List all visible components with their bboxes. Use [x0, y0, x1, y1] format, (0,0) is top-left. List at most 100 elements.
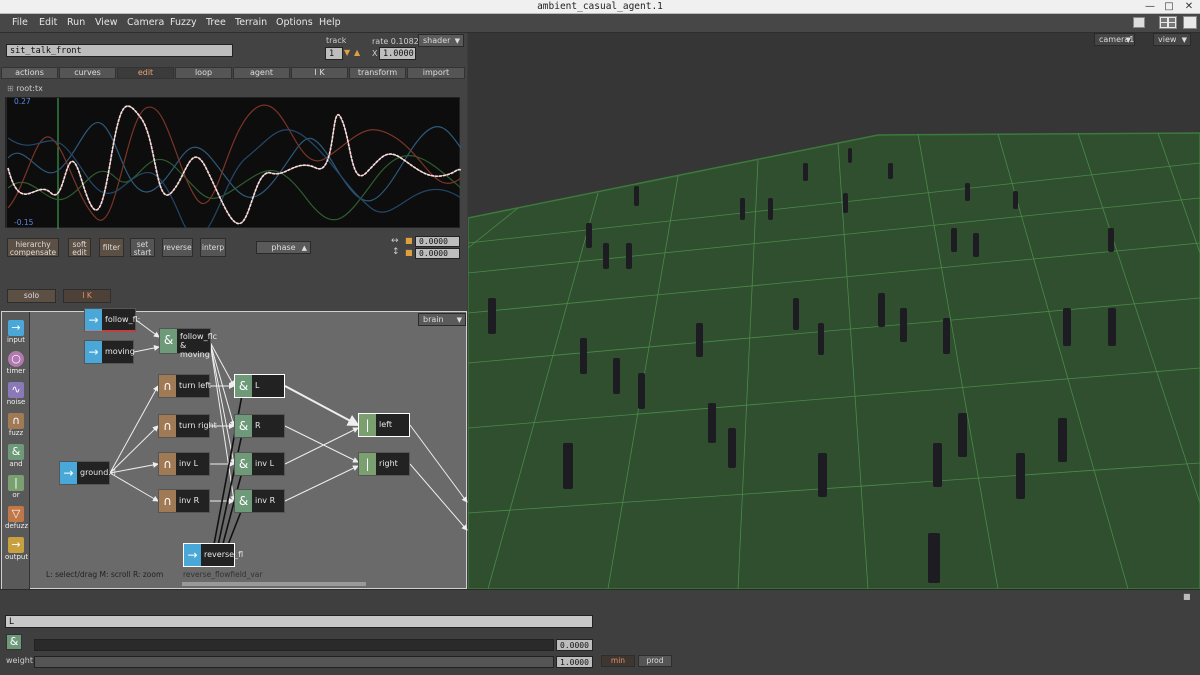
- bell-curve-icon: ∩: [159, 490, 176, 512]
- close-icon[interactable]: ✕: [1183, 1, 1195, 12]
- set-start-button[interactable]: set start: [130, 238, 155, 257]
- arrow-icon: →: [60, 462, 77, 484]
- or-icon: |: [359, 414, 376, 436]
- track-field[interactable]: 1: [325, 47, 343, 60]
- horizontal-offset-icon: ↔: [391, 236, 399, 246]
- menu-view[interactable]: View: [95, 17, 118, 28]
- phase-dropdown[interactable]: phase ▲: [256, 241, 311, 254]
- weight-field[interactable]: 1.0000: [556, 656, 593, 668]
- node-label: L: [255, 381, 260, 390]
- filter-button[interactable]: filter: [99, 238, 124, 257]
- expand-icon[interactable]: ⊞: [7, 84, 14, 93]
- node-inv-l-fuzz[interactable]: ∩ inv L: [158, 452, 210, 476]
- hierarchy-compensate-button[interactable]: hierarchy compensate: [7, 238, 59, 257]
- ik-button[interactable]: I K: [63, 289, 111, 303]
- node-label: ground.fl: [80, 468, 116, 477]
- menu-run[interactable]: Run: [67, 17, 85, 28]
- node-follow-and-moving[interactable]: & follow_flc & moving: [159, 328, 217, 359]
- vertical-offset-icon: ↕: [392, 247, 400, 257]
- tab-ik[interactable]: I K: [291, 67, 348, 79]
- node-and-r[interactable]: & R: [234, 414, 285, 438]
- lock-icon[interactable]: ■: [405, 236, 413, 245]
- menu-bar: File Edit Run View Camera Fuzzy Tree Ter…: [0, 14, 1200, 33]
- node-or-left[interactable]: | left: [358, 413, 410, 437]
- menu-options[interactable]: Options: [276, 17, 313, 28]
- node-follow-input[interactable]: → follow_fl:: [84, 308, 140, 332]
- solo-button[interactable]: solo: [7, 289, 56, 303]
- maximize-icon[interactable]: □: [1163, 1, 1175, 12]
- node-label: R: [255, 421, 261, 430]
- node-reverse-input[interactable]: → reverse_fl: [183, 543, 243, 567]
- reverse-button[interactable]: reverse: [162, 238, 193, 257]
- node-and-l[interactable]: & L: [234, 374, 285, 398]
- quad-view-icon[interactable]: [1159, 16, 1177, 29]
- node-label: reverse_fl: [204, 550, 244, 559]
- tab-curves[interactable]: curves: [59, 67, 116, 79]
- node-label: inv L: [255, 459, 275, 468]
- bell-curve-icon: ∩: [159, 375, 176, 397]
- value-field[interactable]: 0.0000: [556, 639, 593, 651]
- node-inv-r-fuzz[interactable]: ∩ inv R: [158, 489, 210, 513]
- minimize-icon[interactable]: —: [1144, 1, 1156, 12]
- x-label: X: [372, 49, 378, 58]
- menu-help[interactable]: Help: [319, 17, 341, 28]
- and-icon: &: [235, 453, 252, 475]
- min-button[interactable]: min: [601, 655, 635, 667]
- rate-value: 0.1082: [390, 37, 419, 46]
- tab-actions[interactable]: actions: [1, 67, 58, 79]
- node-ground-input[interactable]: → ground.fl: [59, 461, 116, 485]
- node-turn-right[interactable]: ∩ turn right: [158, 414, 217, 438]
- curve-editor[interactable]: 0.27 -0.15: [5, 97, 462, 238]
- node-label: moving: [105, 347, 135, 356]
- title-bar: ambient_casual_agent.1 — □ ✕: [0, 0, 1200, 14]
- node-label: inv L: [179, 459, 199, 468]
- node-and-inv-l[interactable]: & inv L: [234, 452, 285, 476]
- curve-plot[interactable]: [5, 98, 462, 238]
- menu-edit[interactable]: Edit: [39, 17, 57, 28]
- arrow-icon: →: [85, 341, 102, 363]
- track-up-icon[interactable]: ▲: [354, 48, 363, 58]
- horizontal-offset-field[interactable]: 0.0000: [415, 236, 460, 247]
- tab-agent[interactable]: agent: [233, 67, 290, 79]
- menu-camera[interactable]: Camera: [127, 17, 164, 28]
- node-moving-input[interactable]: → moving: [84, 340, 135, 364]
- graph-scrollbar[interactable]: [182, 582, 366, 586]
- action-name-field[interactable]: sit_talk_front: [6, 44, 233, 57]
- single-view-icon[interactable]: [1133, 17, 1145, 28]
- tab-loop[interactable]: loop: [175, 67, 232, 79]
- lock-icon[interactable]: ■: [405, 248, 413, 257]
- soft-edit-button[interactable]: soft edit: [68, 238, 91, 257]
- node-turn-left[interactable]: ∩ turn left: [158, 374, 211, 398]
- graph-status-hint: L: select/drag M: scroll R: zoom: [46, 570, 164, 579]
- shader-dropdown[interactable]: shader ▼: [418, 34, 464, 47]
- menu-terrain[interactable]: Terrain: [235, 17, 267, 28]
- window-title: ambient_casual_agent.1: [537, 1, 663, 12]
- node-label: follow_fl:: [105, 315, 141, 324]
- x-scale-field[interactable]: 1.0000: [379, 47, 416, 60]
- brain-graph[interactable]: → input ○ timer ∿ noise ∩ fuzz & and | or ▽ def…: [1, 308, 468, 589]
- node-inspector: L & 0.0000 weight 1.0000 min prod ■: [0, 589, 1200, 675]
- tab-edit[interactable]: edit: [117, 67, 174, 79]
- node-label: follow_flc & moving: [180, 332, 218, 359]
- vertical-offset-field[interactable]: 0.0000: [415, 248, 460, 259]
- tab-transform[interactable]: transform: [349, 67, 406, 79]
- node-label: left: [379, 420, 392, 429]
- lock-icon[interactable]: ■: [1183, 592, 1191, 601]
- bell-curve-icon: ∩: [159, 453, 176, 475]
- tab-import[interactable]: import: [407, 67, 465, 79]
- menu-tree[interactable]: Tree: [206, 17, 226, 28]
- scene-viewport[interactable]: camera1 ▼ view ▼: [468, 33, 1200, 589]
- split-view-icon[interactable]: [1183, 16, 1197, 29]
- node-name-field[interactable]: L: [5, 615, 593, 628]
- and-icon: &: [235, 490, 252, 512]
- weight-slider[interactable]: [34, 656, 554, 668]
- menu-fuzzy[interactable]: Fuzzy: [170, 17, 197, 28]
- prod-button[interactable]: prod: [638, 655, 672, 667]
- menu-file[interactable]: File: [12, 17, 28, 28]
- interp-button[interactable]: interp: [200, 238, 226, 257]
- track-down-icon[interactable]: ▼: [344, 48, 353, 58]
- and-icon: &: [235, 415, 252, 437]
- node-or-right[interactable]: | right: [358, 452, 410, 476]
- chevron-down-icon: ▼: [454, 37, 460, 45]
- node-and-inv-r[interactable]: & inv R: [234, 489, 285, 513]
